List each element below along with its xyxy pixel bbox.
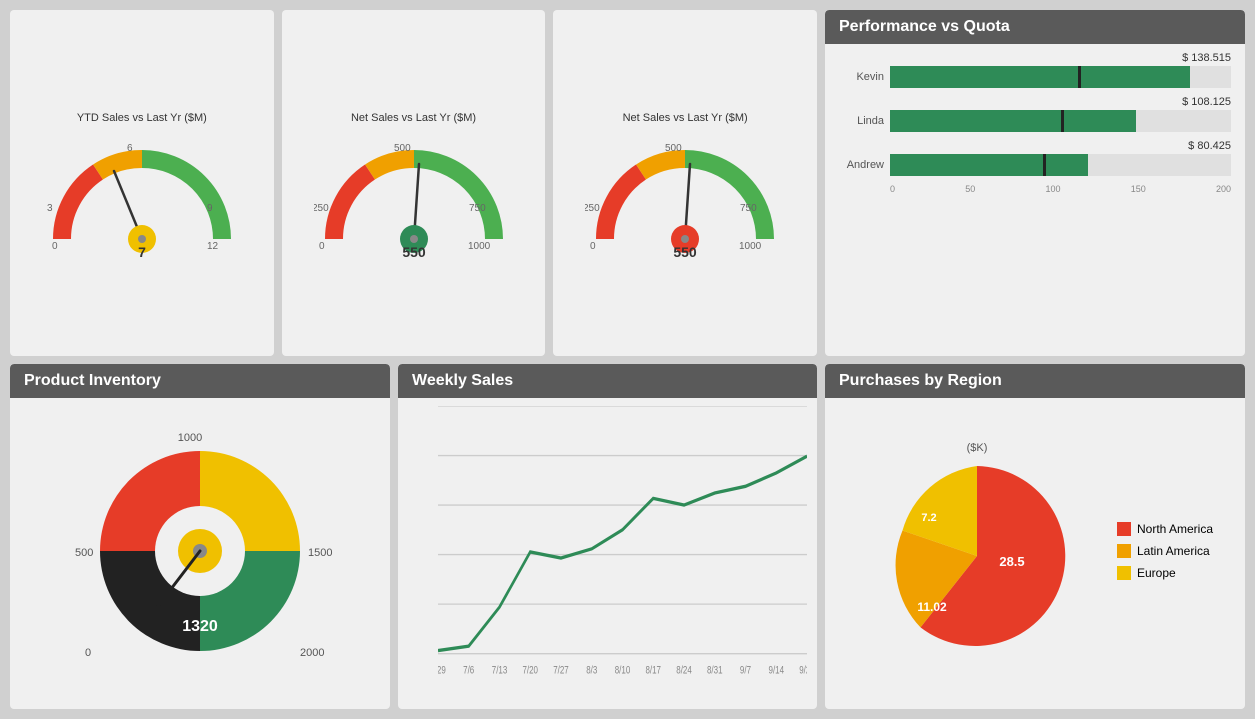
legend-north-america: North America — [1117, 522, 1213, 536]
weekly-sales-panel: Weekly Sales 0 800 1600 2400 3200 4000 — [398, 364, 817, 710]
svg-text:7/13: 7/13 — [492, 664, 508, 676]
svg-text:500: 500 — [394, 143, 411, 154]
svg-text:9/14: 9/14 — [769, 664, 785, 676]
svg-text:0: 0 — [590, 241, 596, 252]
andrew-bar — [890, 154, 1231, 176]
gauges-container: YTD Sales vs Last Yr ($M) 0 3 6 9 12 — [10, 10, 817, 356]
gauge-net2-title: Net Sales vs Last Yr ($M) — [623, 112, 748, 124]
purchases-content: ($K) 28.5 11.02 7. — [825, 398, 1245, 706]
legend-label-latin-america: Latin America — [1137, 544, 1210, 558]
svg-text:500: 500 — [75, 547, 93, 559]
purchases-svg: 28.5 11.02 7.2 — [857, 456, 1097, 656]
perf-row-linda: $ 108.125 Linda — [839, 96, 1231, 132]
gauge-net1: Net Sales vs Last Yr ($M) 0 250 500 750 … — [282, 10, 546, 356]
svg-text:0: 0 — [52, 241, 58, 252]
weekly-sales-content: 0 800 1600 2400 3200 4000 6/29 7/6 7/13 … — [398, 398, 817, 706]
svg-text:8/24: 8/24 — [676, 664, 692, 676]
kevin-amount: $ 138.515 — [839, 52, 1231, 64]
svg-text:8/3: 8/3 — [586, 664, 597, 676]
svg-text:1000: 1000 — [468, 241, 491, 252]
svg-text:250: 250 — [314, 203, 329, 214]
inventory-svg: 1000 1500 2000 0 500 1320 — [50, 421, 350, 681]
kevin-bar — [890, 66, 1231, 88]
svg-text:9: 9 — [207, 203, 213, 214]
svg-text:7.2: 7.2 — [921, 512, 936, 524]
gauge-ytd-svg: 0 3 6 9 12 7 — [42, 129, 242, 259]
legend-color-latin-america — [1117, 544, 1131, 558]
linda-amount: $ 108.125 — [839, 96, 1231, 108]
perf-row-kevin: $ 138.515 Kevin — [839, 52, 1231, 88]
legend-color-europe — [1117, 566, 1131, 580]
performance-content: $ 138.515 Kevin $ 108.125 Linda — [825, 44, 1245, 202]
inventory-content: 1000 1500 2000 0 500 1320 — [10, 398, 390, 706]
legend-europe: Europe — [1117, 566, 1213, 580]
svg-text:7: 7 — [138, 244, 146, 259]
pie-subtitle: ($K) — [857, 442, 1097, 454]
svg-text:1000: 1000 — [178, 432, 202, 444]
svg-text:7/27: 7/27 — [553, 664, 569, 676]
svg-text:2000: 2000 — [300, 647, 324, 659]
gauge-net1-svg: 0 250 500 750 1000 550 — [314, 129, 514, 259]
svg-text:28.5: 28.5 — [999, 554, 1024, 569]
legend-label-north-america: North America — [1137, 522, 1213, 536]
svg-text:1000: 1000 — [739, 241, 762, 252]
gauge-net2-svg: 0 250 500 750 1000 550 — [585, 129, 785, 259]
svg-text:6: 6 — [127, 143, 133, 154]
gauge-ytd-title: YTD Sales vs Last Yr ($M) — [77, 112, 207, 124]
svg-text:250: 250 — [585, 203, 600, 214]
weekly-sales-title: Weekly Sales — [398, 364, 817, 398]
svg-text:6/29: 6/29 — [438, 664, 446, 676]
performance-title: Performance vs Quota — [825, 10, 1245, 44]
svg-text:8/17: 8/17 — [645, 664, 661, 676]
svg-text:12: 12 — [207, 241, 219, 252]
perf-row-andrew: $ 80.425 Andrew — [839, 140, 1231, 176]
performance-panel: Performance vs Quota $ 138.515 Kevin $ 1… — [825, 10, 1245, 356]
inventory-title: Product Inventory — [10, 364, 390, 398]
svg-text:500: 500 — [665, 143, 682, 154]
svg-text:9/21: 9/21 — [799, 664, 807, 676]
linda-name: Linda — [839, 115, 884, 127]
gauge-net2: Net Sales vs Last Yr ($M) 0 250 500 750 … — [553, 10, 817, 356]
svg-text:550: 550 — [673, 244, 697, 259]
svg-text:750: 750 — [469, 203, 486, 214]
svg-text:550: 550 — [402, 244, 426, 259]
svg-text:8/10: 8/10 — [615, 664, 631, 676]
svg-text:9/7: 9/7 — [740, 664, 751, 676]
legend-color-north-america — [1117, 522, 1131, 536]
svg-text:8/31: 8/31 — [707, 664, 723, 676]
svg-text:0: 0 — [319, 241, 325, 252]
andrew-name: Andrew — [839, 159, 884, 171]
purchases-title: Purchases by Region — [825, 364, 1245, 398]
pie-legend: North America Latin America Europe — [1117, 522, 1213, 580]
svg-text:1500: 1500 — [308, 547, 332, 559]
gauge-net1-title: Net Sales vs Last Yr ($M) — [351, 112, 476, 124]
perf-axis: 0 50 100 150 200 — [839, 184, 1231, 194]
gauge-ytd: YTD Sales vs Last Yr ($M) 0 3 6 9 12 — [10, 10, 274, 356]
svg-text:1320: 1320 — [182, 618, 218, 635]
linda-bar — [890, 110, 1231, 132]
pie-container: ($K) 28.5 11.02 7. — [857, 442, 1097, 661]
legend-latin-america: Latin America — [1117, 544, 1213, 558]
svg-text:750: 750 — [740, 203, 757, 214]
purchases-panel: Purchases by Region ($K) — [825, 364, 1245, 710]
inventory-panel: Product Inventory 1000 1500 2000 — [10, 364, 390, 710]
svg-text:3: 3 — [47, 203, 53, 214]
weekly-sales-svg: 0 800 1600 2400 3200 4000 6/29 7/6 7/13 … — [438, 406, 807, 701]
andrew-amount: $ 80.425 — [839, 140, 1231, 152]
legend-label-europe: Europe — [1137, 566, 1176, 580]
svg-text:0: 0 — [85, 647, 91, 659]
svg-text:11.02: 11.02 — [917, 600, 947, 614]
kevin-name: Kevin — [839, 71, 884, 83]
svg-text:7/6: 7/6 — [463, 664, 474, 676]
svg-text:7/20: 7/20 — [522, 664, 538, 676]
